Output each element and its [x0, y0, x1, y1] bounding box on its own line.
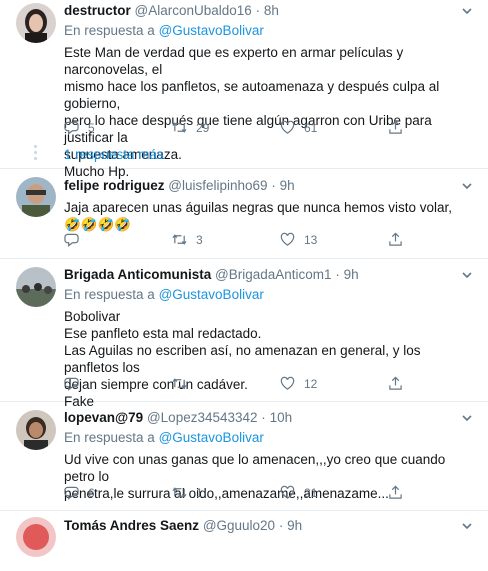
reply-prefix: En respuesta a [64, 23, 155, 38]
share-button[interactable] [388, 376, 403, 391]
author-handle[interactable]: @luisfelipinho69 [168, 178, 267, 193]
heart-icon [280, 232, 295, 246]
chevron-down-icon[interactable] [460, 4, 474, 18]
avatar[interactable] [16, 267, 56, 307]
author-handle[interactable]: @AlarconUbaldo16 [135, 3, 252, 18]
timestamp[interactable]: 8h [264, 3, 279, 18]
like-button[interactable]: 13 [280, 232, 317, 247]
avatar-image [16, 3, 56, 43]
author-handle[interactable]: @Lopez34543342 [147, 410, 258, 425]
share-icon [389, 376, 402, 390]
retweet-button[interactable] [172, 376, 196, 391]
heart-icon [280, 120, 295, 134]
retweet-count: 1 [196, 485, 203, 500]
like-count: 61 [304, 120, 318, 135]
chevron-down-icon[interactable] [460, 268, 474, 282]
retweet-icon [172, 487, 187, 498]
avatar[interactable] [16, 517, 56, 557]
mention-link[interactable]: @GustavoBolivar [159, 287, 264, 302]
avatar[interactable] [16, 177, 56, 217]
author-name[interactable]: lopevan@79 [64, 410, 143, 425]
reply-icon [64, 233, 79, 247]
like-button[interactable]: 12 [280, 376, 317, 391]
thread-connector [34, 145, 37, 163]
tweet-line: Ud vive con unas ganas que lo amenacen,,… [64, 452, 446, 484]
mention-link[interactable]: @GustavoBolivar [159, 23, 264, 38]
reply-icon [64, 377, 79, 391]
reply-prefix: En respuesta a [64, 430, 155, 445]
retweet-button[interactable]: 3 [172, 232, 203, 247]
retweet-icon [172, 122, 187, 133]
like-count: 12 [304, 376, 318, 391]
avatar[interactable] [16, 410, 56, 450]
reply-context: En respuesta a @GustavoBolivar [64, 22, 472, 40]
tweet[interactable]: lopevan@79 @Lopez34543342 · 10h En respu… [0, 402, 488, 511]
timestamp[interactable]: 9h [280, 178, 295, 193]
retweet-icon [172, 234, 187, 245]
like-button[interactable]: 61 [280, 120, 317, 135]
author-name[interactable]: Brigada Anticomunista [64, 267, 211, 282]
author-handle[interactable]: @BrigadaAnticom1 [215, 267, 332, 282]
reply-context: En respuesta a @GustavoBolivar [64, 286, 472, 304]
reply-feed: destructor @AlarconUbaldo16 · 8h En resp… [0, 0, 488, 571]
share-icon [389, 232, 402, 246]
retweet-button[interactable]: 1 [172, 485, 203, 500]
tweet-line: Las Aguilas no escriben así, no amenazan… [64, 343, 421, 375]
tweet[interactable]: destructor @AlarconUbaldo16 · 8h En resp… [0, 0, 488, 179]
tweet[interactable]: Brigada Anticomunista @BrigadaAnticom1 ·… [0, 259, 488, 409]
reply-count: 6 [88, 485, 95, 500]
avatar-image [16, 177, 56, 217]
share-icon [389, 120, 402, 134]
chevron-down-icon[interactable] [460, 411, 474, 425]
share-button[interactable] [388, 485, 403, 500]
reply-context: En respuesta a @GustavoBolivar [64, 429, 472, 447]
avatar-image [16, 267, 56, 307]
timestamp[interactable]: 9h [344, 267, 359, 282]
share-button[interactable] [388, 232, 403, 247]
tweet-text: Jaja aparecen unas águilas negras que nu… [64, 199, 472, 233]
share-icon [389, 485, 402, 499]
tweet-line: mismo hace los panfletos, se autoamenaza… [64, 79, 440, 111]
chevron-down-icon[interactable] [460, 179, 474, 193]
share-button[interactable] [388, 120, 403, 135]
like-count: 21 [304, 485, 318, 500]
retweet-count: 3 [196, 232, 203, 247]
show-more-replies-link[interactable]: 1 respuesta más [64, 147, 164, 162]
avatar-image [16, 517, 56, 557]
tweet-line: Ese panfleto esta mal redactado. [64, 326, 262, 341]
reply-prefix: En respuesta a [64, 287, 155, 302]
chevron-down-icon[interactable] [460, 519, 474, 533]
reply-button[interactable]: 6 [64, 485, 95, 500]
reply-count: 5 [88, 120, 95, 135]
heart-icon [280, 376, 295, 390]
tweet-line: Bobolivar [64, 309, 121, 324]
mention-link[interactable]: @GustavoBolivar [159, 430, 264, 445]
tweet-line: Este Man de verdad que es experto en arm… [64, 45, 404, 77]
heart-icon [280, 485, 295, 499]
tweet[interactable]: Tomás Andres Saenz @Gguulo20 · 9h [0, 511, 488, 571]
reply-button[interactable] [64, 376, 88, 391]
reply-button[interactable] [64, 232, 88, 247]
tweet-text: Bobolivar Ese panfleto esta mal redactad… [64, 308, 472, 410]
retweet-icon [172, 378, 187, 389]
author-name[interactable]: felipe rodriguez [64, 178, 165, 193]
author-handle[interactable]: @Gguulo20 [203, 518, 275, 533]
reply-button[interactable]: 5 [64, 120, 95, 135]
timestamp[interactable]: 9h [287, 518, 302, 533]
reply-icon [64, 486, 79, 500]
author-name[interactable]: Tomás Andres Saenz [64, 518, 199, 533]
retweet-count: 29 [196, 120, 210, 135]
like-count: 13 [304, 232, 318, 247]
reply-icon [64, 121, 79, 135]
avatar-image [16, 410, 56, 450]
tweet-line: Jaja aparecen unas águilas negras que nu… [64, 200, 452, 232]
timestamp[interactable]: 10h [270, 410, 293, 425]
avatar[interactable] [16, 3, 56, 43]
like-button[interactable]: 21 [280, 485, 317, 500]
tweet[interactable]: felipe rodriguez @luisfelipinho69 · 9h J… [0, 169, 488, 259]
retweet-button[interactable]: 29 [172, 120, 209, 135]
author-name[interactable]: destructor [64, 3, 131, 18]
